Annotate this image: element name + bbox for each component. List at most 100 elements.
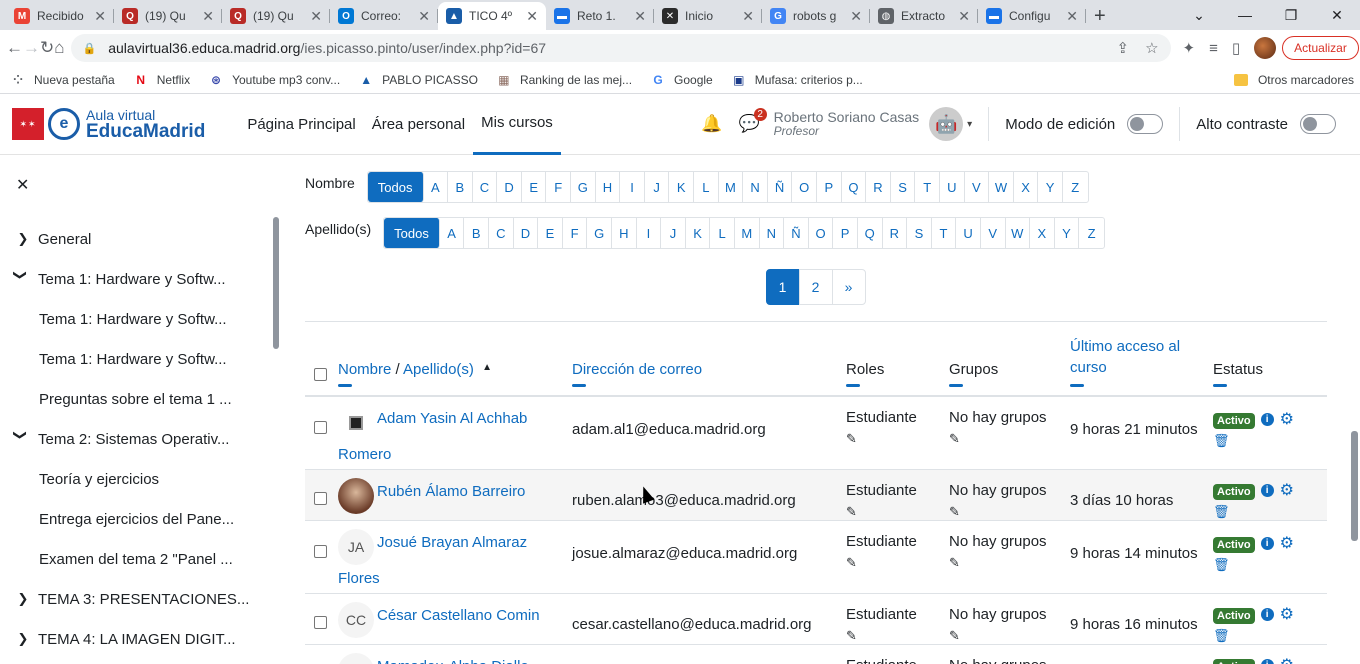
- last-name-filter-letter[interactable]: A: [440, 218, 465, 248]
- last-name-filter-letter[interactable]: L: [710, 218, 735, 248]
- course-index-item[interactable]: Teoría y ejercicios: [0, 459, 270, 499]
- first-name-filter-letter[interactable]: A: [424, 172, 449, 202]
- collapse-column-icon[interactable]: [846, 383, 860, 387]
- new-tab-button[interactable]: +: [1094, 2, 1106, 30]
- chevron-right-icon[interactable]: ❯: [0, 631, 38, 647]
- collapse-column-icon[interactable]: [572, 383, 586, 387]
- browser-tab[interactable]: Q (19) Qu ✕: [222, 2, 330, 30]
- browser-tab[interactable]: Q (19) Qu ✕: [114, 2, 222, 30]
- trash-icon[interactable]: 🗑: [1213, 628, 1327, 644]
- first-name-filter-letter[interactable]: Z: [1063, 172, 1088, 202]
- first-name-filter-letter[interactable]: R: [866, 172, 891, 202]
- extensions-puzzle-icon[interactable]: ✦: [1183, 39, 1196, 57]
- home-icon[interactable]: ⌂: [54, 32, 64, 64]
- collapse-column-icon[interactable]: [338, 383, 352, 387]
- course-index-item[interactable]: ❯ General: [0, 219, 270, 259]
- first-name-filter-letter[interactable]: E: [522, 172, 547, 202]
- bookmark-item[interactable]: ⊛ Youtube mp3 conv...: [208, 72, 340, 88]
- browser-tab[interactable]: O Correo: ✕: [330, 2, 438, 30]
- url-bar[interactable]: 🔒 aulavirtual36.educa.madrid.org/ies.pic…: [70, 34, 1171, 62]
- gear-icon[interactable]: ⚙: [1280, 482, 1294, 498]
- course-index-item[interactable]: Tema 1: Hardware y Softw...: [0, 299, 270, 339]
- first-name-filter-letter[interactable]: J: [645, 172, 670, 202]
- close-tab-icon[interactable]: ✕: [310, 8, 322, 25]
- drawer-scrollbar[interactable]: [273, 217, 279, 349]
- back-arrow-icon[interactable]: ←: [6, 32, 23, 64]
- gear-icon[interactable]: ⚙: [1280, 606, 1294, 622]
- first-name-filter-letter[interactable]: U: [940, 172, 965, 202]
- first-name-filter-letter[interactable]: O: [792, 172, 817, 202]
- last-name-filter-letter[interactable]: B: [464, 218, 490, 248]
- sort-first-name[interactable]: Nombre: [338, 361, 391, 378]
- last-name-filter-letter[interactable]: Z: [1079, 218, 1104, 248]
- browser-tab[interactable]: Grobots g ✕: [762, 2, 870, 30]
- close-window-icon[interactable]: ✕: [1314, 0, 1360, 30]
- profile-avatar[interactable]: [1254, 37, 1277, 59]
- course-index-item[interactable]: Tema 1: Hardware y Softw...: [0, 339, 270, 379]
- row-checkbox[interactable]: [314, 544, 327, 558]
- last-name-filter-letter[interactable]: C: [489, 218, 514, 248]
- tab-search-icon[interactable]: ⌄: [1176, 0, 1222, 30]
- trash-icon[interactable]: 🗑: [1213, 504, 1327, 520]
- reload-icon[interactable]: ↻: [40, 32, 54, 64]
- bookmark-item[interactable]: ▦ Ranking de las mej...: [496, 72, 632, 88]
- first-name-filter-letter[interactable]: Q: [842, 172, 867, 202]
- last-name-filter-letter[interactable]: V: [981, 218, 1006, 248]
- first-name-filter-letter[interactable]: M: [719, 172, 744, 202]
- close-tab-icon[interactable]: ✕: [850, 8, 862, 25]
- sort-email[interactable]: Dirección de correo: [572, 361, 702, 378]
- page-scrollbar[interactable]: [1351, 431, 1358, 541]
- first-name-filter-letter[interactable]: C: [473, 172, 498, 202]
- other-bookmarks[interactable]: Otros marcadores: [1233, 73, 1354, 87]
- pencil-icon[interactable]: ✎: [949, 628, 1070, 644]
- first-name-filter-letter[interactable]: V: [965, 172, 990, 202]
- browser-tab[interactable]: ◍ Extracto ✕: [870, 2, 978, 30]
- info-icon[interactable]: i: [1260, 536, 1274, 550]
- bookmark-item[interactable]: ⁘ Nueva pestaña: [10, 72, 115, 88]
- user-initials-avatar[interactable]: JA: [338, 528, 374, 565]
- gear-icon[interactable]: ⚙: [1280, 535, 1294, 551]
- restore-icon[interactable]: ❐: [1268, 0, 1314, 30]
- last-name-filter-letter[interactable]: Ñ: [784, 218, 809, 248]
- pencil-icon[interactable]: ✎: [846, 504, 949, 520]
- row-checkbox[interactable]: [314, 420, 327, 434]
- first-name-filter-letter[interactable]: D: [497, 172, 522, 202]
- last-name-filter-letter[interactable]: H: [612, 218, 637, 248]
- user-name-link[interactable]: Josué Brayan Almaraz: [377, 529, 527, 557]
- first-name-filter-letter[interactable]: Ñ: [768, 172, 793, 202]
- trash-icon[interactable]: 🗑: [1213, 557, 1327, 573]
- last-name-filter-letter[interactable]: W: [1006, 218, 1031, 248]
- lock-icon[interactable]: 🔒: [83, 42, 97, 55]
- last-name-filter-letter[interactable]: Y: [1055, 218, 1080, 248]
- pencil-icon[interactable]: ✎: [949, 504, 1070, 520]
- last-name-filter-letter[interactable]: S: [907, 218, 932, 248]
- bookmark-item[interactable]: G Google: [650, 72, 712, 88]
- update-button[interactable]: Actualizar: [1282, 36, 1359, 60]
- pencil-icon[interactable]: ✎: [949, 555, 1070, 571]
- bookmark-item[interactable]: ▲ PABLO PICASSO: [358, 72, 478, 88]
- share-icon[interactable]: ⇪: [1117, 39, 1130, 57]
- user-picture[interactable]: [338, 477, 374, 514]
- pencil-icon[interactable]: ✎: [846, 628, 949, 644]
- close-tab-icon[interactable]: ✕: [202, 8, 214, 25]
- bookmark-item[interactable]: N Netflix: [133, 72, 190, 88]
- last-name-filter-letter[interactable]: Q: [858, 218, 883, 248]
- last-name-filter-all[interactable]: Todos: [384, 218, 440, 248]
- first-name-filter-letter[interactable]: K: [669, 172, 695, 202]
- side-panel-icon[interactable]: ▯: [1232, 39, 1240, 57]
- last-name-filter-letter[interactable]: P: [833, 218, 858, 248]
- gear-icon[interactable]: ⚙: [1280, 657, 1294, 664]
- chevron-right-icon[interactable]: ❯: [0, 591, 38, 607]
- last-name-filter-letter[interactable]: R: [883, 218, 908, 248]
- course-index-item[interactable]: Examen del tema 2 "Panel ...: [0, 539, 270, 579]
- media-queue-icon[interactable]: ≡: [1209, 40, 1218, 57]
- last-name-filter-letter[interactable]: I: [637, 218, 662, 248]
- user-menu[interactable]: Roberto Soriano Casas Profesor: [774, 109, 920, 139]
- close-tab-icon[interactable]: ✕: [418, 8, 430, 25]
- nav-dashboard[interactable]: Área personal: [364, 94, 473, 155]
- course-index-item[interactable]: ❯ TEMA 3: PRESENTACIONES...: [0, 579, 270, 619]
- nav-home[interactable]: Página Principal: [239, 94, 363, 155]
- last-name-filter-letter[interactable]: F: [563, 218, 588, 248]
- first-name-filter-all[interactable]: Todos: [367, 172, 424, 202]
- user-initials-avatar[interactable]: MD: [338, 652, 374, 664]
